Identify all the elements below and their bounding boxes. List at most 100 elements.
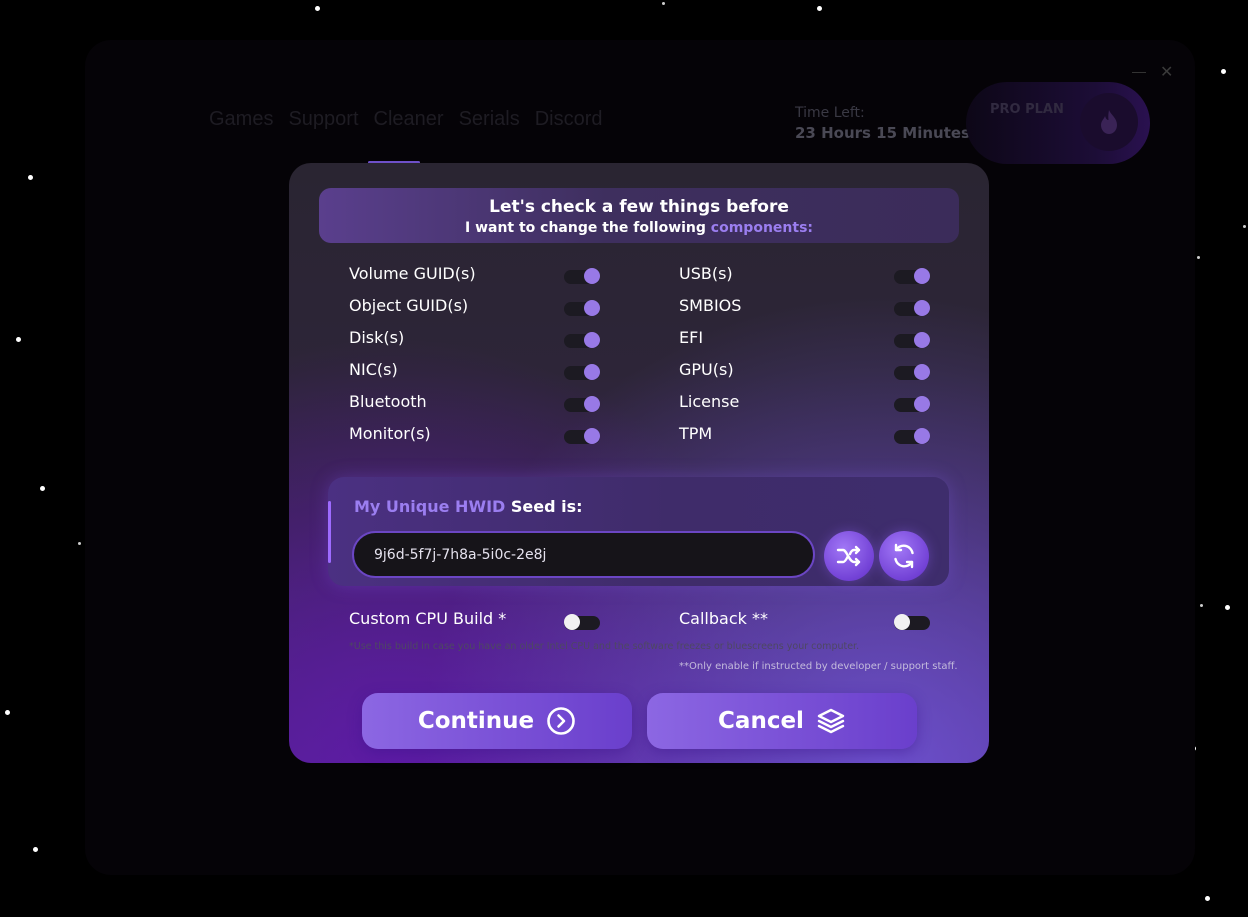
cancel-label: Cancel bbox=[718, 708, 804, 734]
seed-title-rest: Seed is: bbox=[510, 497, 583, 516]
component-monitor: Monitor(s) bbox=[349, 422, 431, 444]
star-decoration bbox=[315, 6, 320, 11]
time-left: Time Left: 23 Hours 15 Minutes bbox=[795, 105, 970, 142]
component-object-guid: Object GUID(s) bbox=[349, 294, 468, 316]
toggle-object-guid[interactable] bbox=[564, 300, 600, 316]
close-button[interactable]: ✕ bbox=[1160, 64, 1173, 80]
star-decoration bbox=[33, 847, 38, 852]
toggle-knob bbox=[584, 428, 600, 444]
star-decoration bbox=[40, 486, 45, 491]
toggle-gpu[interactable] bbox=[894, 364, 930, 380]
toggle-nic[interactable] bbox=[564, 364, 600, 380]
regenerate-seed-button[interactable] bbox=[879, 531, 929, 581]
star-decoration bbox=[1200, 604, 1203, 607]
toggle-knob bbox=[584, 332, 600, 348]
star-decoration bbox=[1197, 256, 1200, 259]
shuffle-icon bbox=[836, 545, 861, 567]
toggle-knob bbox=[564, 614, 580, 630]
hwid-seed-value: 9j6d-5f7j-7h8a-5i0c-2e8j bbox=[374, 546, 547, 563]
component-label: NIC(s) bbox=[349, 359, 398, 379]
toggle-callback[interactable] bbox=[894, 614, 930, 630]
nav-support[interactable]: Support bbox=[288, 108, 358, 131]
dialog-subtitle-text: I want to change the following bbox=[464, 220, 706, 236]
dialog-subtitle-accent: components: bbox=[710, 220, 813, 236]
nav-serials[interactable]: Serials bbox=[459, 108, 520, 131]
flame-icon[interactable] bbox=[1080, 93, 1138, 151]
star-decoration bbox=[5, 710, 10, 715]
toggle-smbios[interactable] bbox=[894, 300, 930, 316]
component-label: Volume GUID(s) bbox=[349, 263, 476, 283]
top-nav: Games Support Cleaner Serials Discord bbox=[209, 108, 603, 131]
toggle-knob bbox=[584, 268, 600, 284]
component-volume-guid: Volume GUID(s) bbox=[349, 262, 476, 284]
toggle-custom-cpu[interactable] bbox=[564, 614, 600, 630]
star-decoration bbox=[1243, 225, 1246, 228]
toggle-knob bbox=[914, 364, 930, 380]
component-efi: EFI bbox=[679, 326, 703, 348]
toggle-tpm[interactable] bbox=[894, 428, 930, 444]
toggle-monitor[interactable] bbox=[564, 428, 600, 444]
toggle-bluetooth[interactable] bbox=[564, 396, 600, 412]
component-label: USB(s) bbox=[679, 263, 733, 283]
component-gpu: GPU(s) bbox=[679, 358, 734, 380]
component-usb: USB(s) bbox=[679, 262, 733, 284]
shuffle-seed-button[interactable] bbox=[824, 531, 874, 581]
layers-icon bbox=[817, 708, 845, 734]
toggle-knob bbox=[914, 268, 930, 284]
seed-title-accent: My Unique HWID bbox=[354, 497, 506, 516]
dialog-subtitle: I want to change the following component… bbox=[319, 220, 959, 236]
option-callback: Callback ** bbox=[679, 607, 768, 629]
component-label: EFI bbox=[679, 327, 704, 347]
star-decoration bbox=[817, 6, 822, 11]
toggle-license[interactable] bbox=[894, 396, 930, 412]
star-decoration bbox=[662, 2, 665, 5]
toggle-knob bbox=[914, 396, 930, 412]
toggle-knob bbox=[894, 614, 910, 630]
toggle-knob bbox=[584, 300, 600, 316]
star-decoration bbox=[1221, 69, 1226, 74]
seed-title: My Unique HWID Seed is: bbox=[354, 497, 583, 516]
toggle-knob bbox=[914, 332, 930, 348]
cleaner-dialog bbox=[289, 163, 989, 763]
component-nic: NIC(s) bbox=[349, 358, 398, 380]
toggle-disk[interactable] bbox=[564, 332, 600, 348]
continue-label: Continue bbox=[417, 708, 535, 734]
toggle-usb[interactable] bbox=[894, 268, 930, 284]
toggle-volume-guid[interactable] bbox=[564, 268, 600, 284]
component-label: SMBIOS bbox=[679, 295, 742, 315]
time-left-label: Time Left: bbox=[795, 105, 865, 121]
component-license: License bbox=[679, 390, 739, 412]
component-smbios: SMBIOS bbox=[679, 294, 741, 316]
component-label: GPU(s) bbox=[679, 359, 734, 379]
toggle-efi[interactable] bbox=[894, 332, 930, 348]
star-decoration bbox=[16, 337, 21, 342]
component-label: Disk(s) bbox=[349, 327, 405, 347]
minimize-button[interactable] bbox=[1132, 71, 1146, 73]
star-decoration bbox=[1205, 896, 1210, 901]
callback-note: **Only enable if instructed by developer… bbox=[679, 661, 958, 672]
nav-cleaner[interactable]: Cleaner bbox=[374, 108, 444, 131]
hwid-seed-field[interactable]: 9j6d-5f7j-7h8a-5i0c-2e8j bbox=[352, 531, 815, 578]
dialog-title: Let's check a few things before bbox=[489, 197, 789, 217]
component-label: License bbox=[679, 391, 740, 411]
toggle-knob bbox=[584, 364, 600, 380]
nav-discord[interactable]: Discord bbox=[535, 108, 603, 131]
toggle-knob bbox=[914, 428, 930, 444]
nav-games[interactable]: Games bbox=[209, 108, 273, 131]
star-decoration bbox=[28, 175, 33, 180]
continue-button[interactable]: Continue bbox=[362, 693, 632, 749]
toggle-knob bbox=[584, 396, 600, 412]
star-decoration bbox=[1225, 605, 1230, 610]
component-bluetooth: Bluetooth bbox=[349, 390, 427, 412]
seed-panel-accent-bar bbox=[328, 501, 331, 563]
callback-label: Callback ** bbox=[679, 608, 768, 628]
component-disk: Disk(s) bbox=[349, 326, 404, 348]
component-label: Bluetooth bbox=[349, 391, 427, 411]
component-label: Monitor(s) bbox=[349, 423, 431, 443]
window-controls: ✕ bbox=[1132, 64, 1173, 80]
toggle-knob bbox=[914, 300, 930, 316]
cancel-button[interactable]: Cancel bbox=[647, 693, 917, 749]
option-custom-cpu: Custom CPU Build * bbox=[349, 607, 506, 629]
plan-label: PRO PLAN bbox=[990, 102, 1064, 117]
refresh-icon bbox=[894, 543, 914, 569]
